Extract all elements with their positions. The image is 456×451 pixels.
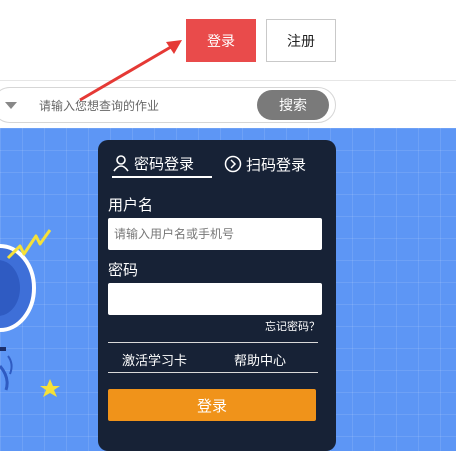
dash-doodle [0, 347, 6, 351]
help-center-link[interactable]: 帮助中心 [234, 350, 286, 369]
chevron-right-circle-icon [224, 155, 242, 173]
username-label: 用户名 [108, 196, 154, 214]
tab-password-label: 密码登录 [134, 154, 195, 173]
search-input[interactable] [39, 96, 249, 116]
password-input[interactable] [108, 283, 322, 315]
curve-doodle [0, 365, 9, 391]
header-login-button[interactable]: 登录 [186, 19, 256, 62]
divider-top [108, 342, 318, 343]
header-register-button[interactable]: 注册 [266, 19, 336, 62]
login-panel: 密码登录 扫码登录 用户名 密码 忘记密码？ 激活学习卡 帮助中心 登录 [98, 140, 336, 451]
login-tabs: 密码登录 扫码登录 [108, 150, 326, 180]
tab-qr-label: 扫码登录 [246, 155, 307, 174]
search-button[interactable]: 搜索 [257, 90, 329, 120]
page: 登录 注册 搜索 [0, 0, 456, 451]
divider-bottom [108, 372, 318, 373]
lightning-doodle [6, 229, 52, 260]
ring-illustration [0, 244, 36, 332]
search-box: 搜索 [0, 87, 336, 123]
top-header: 登录 注册 [0, 0, 456, 80]
activate-card-link[interactable]: 激活学习卡 [122, 350, 187, 369]
dropdown-caret-icon[interactable] [5, 102, 17, 109]
tab-password-login[interactable]: 密码登录 [112, 150, 212, 178]
search-bar-row: 搜索 [0, 80, 456, 128]
login-submit-button[interactable]: 登录 [108, 389, 316, 421]
star-doodle [40, 379, 60, 397]
tab-qr-login[interactable]: 扫码登录 [224, 150, 324, 178]
forgot-password-link[interactable]: 忘记密码？ [265, 318, 320, 334]
curve-doodle-2 [7, 355, 13, 375]
password-label: 密码 [108, 261, 139, 279]
username-input[interactable] [108, 218, 322, 250]
user-icon [113, 155, 129, 172]
